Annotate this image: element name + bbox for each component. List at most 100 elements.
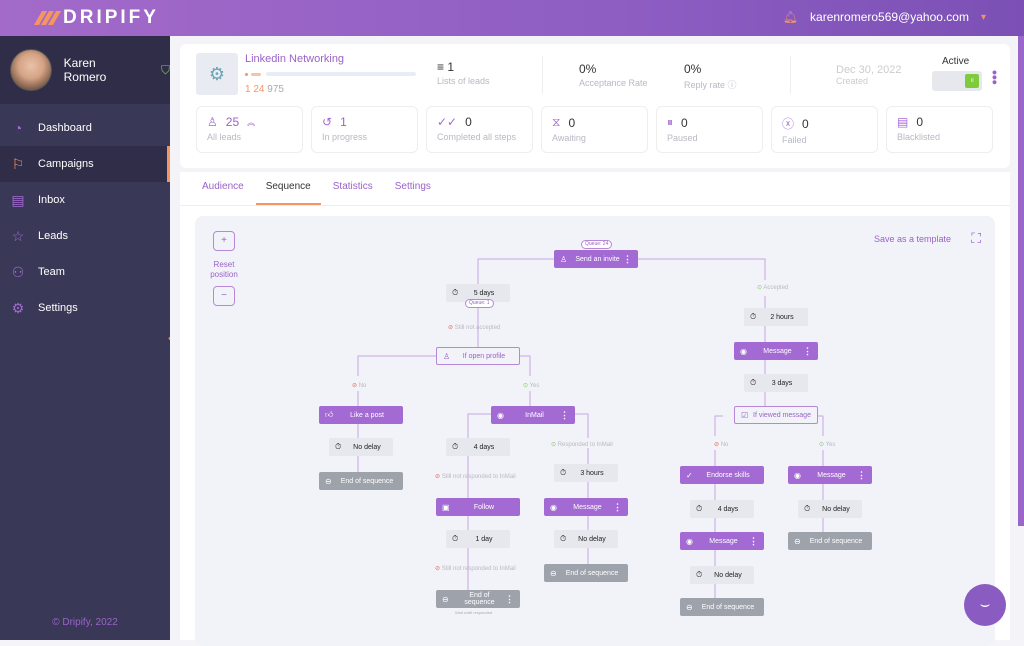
branch-label-no: ⊘ No: [352, 383, 367, 389]
more-options-icon[interactable]: •••: [987, 70, 1003, 85]
delay-3-hours[interactable]: ⏱︎ 3 hours: [554, 464, 618, 482]
pie-chart-icon: ◔: [13, 120, 23, 136]
node-menu-icon[interactable]: ⋮: [803, 346, 812, 357]
node-end-of-sequence[interactable]: ⊖ End of sequence: [680, 598, 764, 616]
branch-label-responded: ⊙ Responded to InMail: [551, 442, 613, 448]
queue-badge: Queue: 24: [581, 240, 613, 249]
tile-awaiting[interactable]: ⧖ 0 Awaiting: [541, 106, 648, 153]
pause-icon: ⏸︎: [667, 115, 674, 129]
node-end-of-sequence[interactable]: ⊖ End of sequence: [788, 532, 872, 550]
delay-2-hours[interactable]: ⏱︎ 2 hours: [744, 308, 808, 326]
condition-if-viewed-message[interactable]: ☑ If viewed message: [734, 406, 818, 424]
tab-settings[interactable]: Settings: [385, 172, 441, 205]
sidebar-item-dashboard[interactable]: ◔ Dashboard: [0, 110, 170, 146]
node-message[interactable]: ◉ Message ⋮: [734, 342, 818, 360]
delay-1-day[interactable]: ⏱︎ 1 day: [446, 530, 510, 548]
node-menu-icon[interactable]: ⋮: [623, 254, 632, 265]
stopwatch-icon: ⏱︎: [560, 534, 567, 543]
profile[interactable]: Karen Romero ⛉: [0, 36, 170, 104]
node-end-of-sequence[interactable]: ⊖ End of sequence ⋮: [436, 590, 520, 608]
user-name: Karen Romero: [63, 56, 107, 84]
logo[interactable]: DRIPIFY: [33, 7, 159, 29]
node-menu-icon[interactable]: ⋮: [749, 536, 758, 547]
sidebar-item-label: Campaigns: [38, 158, 94, 170]
delay-4-days[interactable]: ⏱︎ 4 days: [690, 500, 754, 518]
progress-icon: ↺: [322, 115, 333, 129]
node-send-invite[interactable]: ♙ Send an invite ⋮: [554, 250, 638, 268]
tile-completed[interactable]: ✓✓ 0 Completed all steps: [426, 106, 533, 153]
active-toggle[interactable]: ॥: [932, 71, 982, 91]
delay-no-delay[interactable]: ⏱︎ No delay: [329, 438, 393, 456]
stopwatch-icon: ⏱︎: [452, 288, 459, 297]
delay-no-delay[interactable]: ⏱︎ No delay: [798, 500, 862, 518]
stopwatch-icon: ⏱︎: [696, 504, 703, 513]
condition-if-open-profile[interactable]: ♙ If open profile: [436, 347, 520, 365]
tile-blacklisted[interactable]: ▤ 0 Blacklisted: [886, 106, 993, 153]
verified-shield-icon: ⛉: [160, 62, 170, 77]
sidebar-item-team[interactable]: ⚇ Team: [0, 254, 170, 290]
sidebar-item-campaigns[interactable]: ⚐ Campaigns: [0, 146, 170, 182]
node-follow[interactable]: ▣ Follow: [436, 498, 520, 516]
sidebar-item-inbox[interactable]: ▤ Inbox: [0, 182, 170, 218]
delay-3-days[interactable]: ⏱︎ 3 days: [744, 374, 808, 392]
user-icon: ♙: [207, 115, 218, 129]
tile-all-leads[interactable]: ♙ 25 ︽ All leads: [196, 106, 303, 153]
node-menu-icon[interactable]: ⋮: [505, 594, 514, 605]
sidebar-item-leads[interactable]: ☆ Leads: [0, 218, 170, 254]
message-icon: ◉: [550, 502, 557, 512]
branch-label-no: ⊘ No: [714, 442, 729, 448]
tile-paused[interactable]: ⏸︎ 0 Paused: [656, 106, 763, 153]
sidebar-item-settings[interactable]: ⚙ Settings: [0, 290, 170, 326]
node-message[interactable]: ◉ Message ⋮: [544, 498, 628, 516]
message-icon: ◉: [686, 536, 693, 546]
node-end-of-sequence[interactable]: ⊖ End of sequence: [544, 564, 628, 582]
tab-sequence[interactable]: Sequence: [255, 172, 321, 205]
acceptance-rate-stat: 0% Acceptance Rate: [579, 62, 648, 88]
top-bar: DRIPIFY 🔔︎ karenromero569@yahoo.com ▾: [0, 0, 1024, 36]
inmail-icon: ◉: [497, 410, 504, 420]
node-end-of-sequence[interactable]: ⊖ End of sequence: [319, 472, 403, 490]
tile-in-progress[interactable]: ↺ 1 In progress: [311, 106, 418, 153]
sidebar-nav: ◔ Dashboard ⚐ Campaigns ▤ Inbox ☆ Leads ⚇ Tea…: [0, 110, 170, 326]
campaign-header-card: ⚙ Linkedin Networking 1 24 975 ≡ 1 Lists…: [180, 44, 1010, 168]
node-inmail[interactable]: ◉ InMail ⋮: [491, 406, 575, 424]
sequence-canvas[interactable]: + Reset position − Save as a template ⛶: [195, 216, 995, 646]
blacklist-icon: ▤: [897, 115, 909, 129]
minus-circle-icon: ⊖: [550, 568, 557, 578]
node-endorse-skills[interactable]: ✓ Endorse skills: [680, 466, 764, 484]
message-icon: ◉: [794, 470, 801, 480]
delay-4-days[interactable]: ⏱︎ 4 days: [446, 438, 510, 456]
stopwatch-icon: ⏱︎: [750, 378, 757, 387]
chevron-down-icon[interactable]: ▾: [981, 12, 986, 23]
bell-icon[interactable]: 🔔︎: [783, 10, 798, 24]
stopwatch-icon: ⏱︎: [750, 312, 757, 321]
info-icon[interactable]: ⓘ: [728, 80, 737, 90]
campaign-progress-bar: [245, 72, 416, 76]
sidebar-item-label: Inbox: [38, 194, 65, 206]
sidebar-item-label: Team: [38, 266, 65, 278]
campaign-name[interactable]: Linkedin Networking: [245, 53, 344, 65]
delay-no-delay[interactable]: ⏱︎ No delay: [690, 566, 754, 584]
node-message[interactable]: ◉ Message ⋮: [788, 466, 872, 484]
message-icon: ◉: [740, 346, 747, 356]
tile-failed[interactable]: ⓧ 0 Failed: [771, 106, 878, 153]
yes-icon: ⊙: [523, 383, 529, 389]
node-like-post[interactable]: 👍︎ Like a post: [319, 406, 403, 424]
delay-no-delay[interactable]: ⏱︎ No delay: [554, 530, 618, 548]
tab-audience[interactable]: Audience: [192, 172, 254, 205]
minus-circle-icon: ⊖: [794, 536, 801, 546]
minus-circle-icon: ⊖: [325, 476, 332, 486]
user-icon: ♙: [560, 254, 568, 264]
user-menu[interactable]: 🔔︎ karenromero569@yahoo.com ▾: [783, 10, 986, 24]
stopwatch-icon: ⏱︎: [452, 442, 459, 451]
node-menu-icon[interactable]: ⋮: [857, 470, 866, 481]
chat-support-button[interactable]: ⌣: [964, 584, 1006, 626]
user-email[interactable]: karenromero569@yahoo.com: [810, 10, 969, 24]
queue-badge: Queue: 1: [465, 299, 494, 308]
node-menu-icon[interactable]: ⋮: [613, 502, 622, 513]
node-menu-icon[interactable]: ⋮: [560, 410, 569, 421]
node-message[interactable]: ◉ Message ⋮: [680, 532, 764, 550]
yes-icon: ⊙: [819, 442, 825, 448]
page-scrollbar[interactable]: [1018, 36, 1024, 526]
tab-statistics[interactable]: Statistics: [323, 172, 383, 205]
